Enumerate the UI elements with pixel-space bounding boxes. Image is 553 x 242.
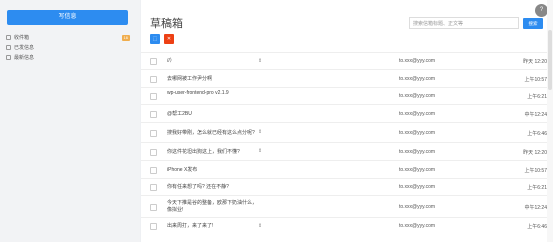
email-row[interactable]: 出来周打，来了来了! ⇕ to.xxx@yyy.com 上午6:46: [141, 217, 547, 234]
email-subject[interactable]: 去哪网被工作尹分啊: [167, 76, 259, 83]
email-time: 昨天 12:20: [523, 59, 547, 65]
row-checkbox[interactable]: [150, 223, 157, 230]
expand-chevron-icon[interactable]: ⇕: [258, 148, 262, 154]
email-time: 上午10:57: [524, 167, 547, 174]
scrollbar-thumb[interactable]: [548, 30, 552, 90]
email-row[interactable]: 你这件花坦出狗这上，我们不懂? ⇕ to.xxx@yyy.com 昨天 12:20: [141, 142, 547, 160]
sidebar-item-label: 最新信息: [14, 55, 35, 61]
email-subject[interactable]: 今天下推是谷的整备，欧那下奶油什么，像拟业!: [167, 200, 259, 214]
email-recipient: to.xxx@yyy.com: [399, 110, 436, 117]
email-recipient: to.xxx@yyy.com: [399, 148, 436, 155]
search-button[interactable]: 搜索: [523, 18, 543, 29]
page-title: 草稿箱: [150, 18, 183, 30]
email-time: 上午6:21: [527, 185, 547, 191]
email-recipient: to.xxx@yyy.com: [399, 203, 436, 210]
sidebar: 写信息 收件箱 16 已发信息 最新信息: [0, 0, 140, 242]
row-checkbox[interactable]: [150, 129, 157, 137]
email-subject[interactable]: //）: [167, 58, 259, 65]
sidebar-item-label: 收件箱: [14, 35, 30, 41]
delete-button[interactable]: ✕: [164, 34, 174, 44]
sidebar-item-sent[interactable]: 已发信息: [6, 43, 130, 53]
expand-chevron-icon[interactable]: ⇕: [258, 58, 262, 64]
row-checkbox[interactable]: [150, 203, 157, 211]
email-recipient: to.xxx@yyy.com: [399, 129, 436, 136]
search-input[interactable]: 搜索信箱标题、正文等: [409, 17, 519, 29]
email-time: 中午12:24: [524, 204, 547, 211]
row-checkbox[interactable]: [150, 110, 157, 118]
compose-button[interactable]: 写信息: [7, 10, 128, 25]
email-recipient: to.xxx@yyy.com: [399, 75, 436, 82]
email-subject[interactable]: @帮工2BU: [167, 111, 259, 118]
email-time: 上午6:21: [527, 94, 547, 100]
sent-icon: [6, 45, 11, 51]
select-action-button[interactable]: ⬚: [150, 34, 160, 44]
email-row[interactable]: 你有任来想了吗? 还在不静? to.xxx@yyy.com 上午6:21: [141, 178, 547, 195]
email-recipient: to.xxx@yyy.com: [399, 93, 436, 99]
row-checkbox[interactable]: [150, 166, 157, 174]
email-row[interactable]: 搜我好带刚，怎么就已经有这么点分呢? ⇕ to.xxx@yyy.com 上午6:46: [141, 122, 547, 142]
email-row[interactable]: //） ⇕ to.xxx@yyy.com 昨天 12:20: [141, 52, 547, 69]
email-subject[interactable]: 搜我好带刚，怎么就已经有这么点分呢?: [167, 130, 259, 137]
row-checkbox[interactable]: [150, 184, 157, 191]
row-checkbox[interactable]: [150, 58, 157, 65]
email-recipient: to.xxx@yyy.com: [399, 166, 436, 173]
sidebar-item-inbox[interactable]: 收件箱 16: [6, 33, 130, 43]
row-checkbox[interactable]: [150, 148, 157, 156]
email-recipient: to.xxx@yyy.com: [399, 223, 436, 229]
inbox-icon: [6, 35, 11, 41]
row-checkbox[interactable]: [150, 75, 157, 83]
email-recipient: to.xxx@yyy.com: [399, 184, 436, 190]
email-time: 上午6:46: [527, 130, 547, 137]
email-time: 上午6:46: [527, 224, 547, 230]
email-row[interactable]: @帮工2BU to.xxx@yyy.com 中午12:24: [141, 104, 547, 122]
scrollbar[interactable]: [547, 0, 553, 242]
expand-chevron-icon[interactable]: ⇕: [258, 223, 262, 229]
email-row[interactable]: 去哪网被工作尹分啊 to.xxx@yyy.com 上午10:57: [141, 69, 547, 87]
email-time: 上午10:57: [524, 76, 547, 83]
sidebar-item-label: 已发信息: [14, 45, 35, 51]
expand-chevron-icon[interactable]: ⇕: [258, 129, 262, 135]
email-row[interactable]: iPhone X发布 to.xxx@yyy.com 上午10:57: [141, 160, 547, 178]
email-recipient: to.xxx@yyy.com: [399, 58, 436, 64]
main-panel: 草稿箱 ? 搜索信箱标题、正文等 搜索 ⬚ ✕ //） ⇕ to.xxx@yyy.c…: [141, 0, 553, 242]
email-subject[interactable]: 出来周打，来了来了!: [167, 223, 259, 230]
email-subject[interactable]: 你这件花坦出狗这上，我们不懂?: [167, 149, 259, 156]
email-row[interactable]: wp-user-frontend-pro v2.1.9 to.xxx@yyy.co…: [141, 87, 547, 104]
message-icon: [6, 55, 11, 61]
email-subject[interactable]: 你有任来想了吗? 还在不静?: [167, 184, 259, 191]
email-time: 中午12:24: [524, 111, 547, 118]
row-checkbox[interactable]: [150, 93, 157, 100]
sidebar-item-latest[interactable]: 最新信息: [6, 53, 130, 63]
email-row[interactable]: 今天下推是谷的整备，欧那下奶油什么，像拟业! to.xxx@yyy.com 中午12…: [141, 195, 547, 217]
unread-badge: 16: [121, 35, 130, 41]
email-subject[interactable]: wp-user-frontend-pro v2.1.9: [167, 90, 259, 97]
email-subject[interactable]: iPhone X发布: [167, 167, 259, 174]
email-time: 昨天 12:20: [523, 149, 547, 156]
